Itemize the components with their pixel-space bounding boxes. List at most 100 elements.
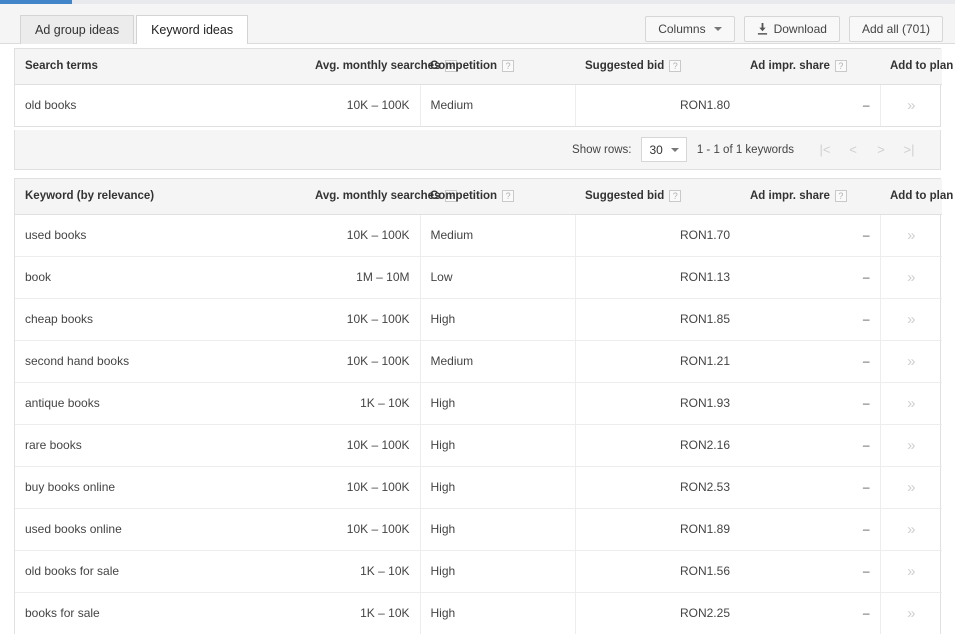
column-header-add-to-plan: Add to plan bbox=[880, 179, 942, 214]
cell-ad-impr-share-value: – bbox=[863, 522, 870, 536]
column-header-avg-monthly-searches[interactable]: Avg. monthly searches ? bbox=[305, 49, 420, 84]
table-row[interactable]: used books online10K – 100KHighRON1.89–» bbox=[15, 508, 942, 550]
cell-ad-impr-share-value: – bbox=[863, 354, 870, 368]
table-row[interactable]: buy books online10K – 100KHighRON2.53–» bbox=[15, 466, 942, 508]
cell-competition-value: Medium bbox=[431, 98, 474, 112]
cell-competition: High bbox=[420, 382, 575, 424]
cell-keyword-value: rare books bbox=[25, 438, 82, 452]
cell-competition: Low bbox=[420, 256, 575, 298]
add-to-plan-button[interactable]: » bbox=[880, 508, 942, 550]
cell-ad-impr-share-value: – bbox=[863, 606, 870, 620]
last-page-button[interactable]: >| bbox=[896, 138, 922, 162]
cell-avg-monthly-searches: 1K – 10K bbox=[305, 382, 420, 424]
table-row[interactable]: old books10K – 100KMediumRON1.80–» bbox=[15, 84, 942, 126]
add-to-plan-button[interactable]: » bbox=[880, 382, 942, 424]
help-icon[interactable]: ? bbox=[502, 190, 514, 202]
cell-keyword: buy books online bbox=[15, 466, 305, 508]
add-to-plan-button[interactable]: » bbox=[880, 340, 942, 382]
double-chevron-right-icon: » bbox=[907, 437, 915, 454]
add-to-plan-button[interactable]: » bbox=[880, 84, 942, 126]
add-to-plan-button[interactable]: » bbox=[880, 592, 942, 634]
download-button[interactable]: Download bbox=[744, 16, 840, 42]
cell-suggested-bid-value: RON1.13 bbox=[680, 270, 730, 284]
column-header-suggested-bid[interactable]: Suggested bid ? bbox=[575, 179, 740, 214]
cell-keyword-value: antique books bbox=[25, 396, 100, 410]
column-header-ad-impr-share[interactable]: Ad impr. share ? bbox=[740, 49, 880, 84]
cell-avg-monthly-searches-value: 10K – 100K bbox=[347, 312, 410, 326]
tab-keyword-ideas[interactable]: Keyword ideas bbox=[136, 15, 248, 44]
column-header-avg-monthly-searches[interactable]: Avg. monthly searches ? bbox=[305, 179, 420, 214]
add-to-plan-button[interactable]: » bbox=[880, 256, 942, 298]
keyword-ideas-table: Keyword (by relevance) Avg. monthly sear… bbox=[15, 179, 942, 634]
help-icon[interactable]: ? bbox=[835, 190, 847, 202]
table-row[interactable]: book1M – 10MLowRON1.13–» bbox=[15, 256, 942, 298]
first-page-button[interactable]: |< bbox=[812, 138, 838, 162]
tab-label: Keyword ideas bbox=[151, 23, 233, 37]
help-icon[interactable]: ? bbox=[669, 190, 681, 202]
cell-competition: Medium bbox=[420, 340, 575, 382]
cell-competition-value: Medium bbox=[431, 228, 474, 242]
show-rows-label: Show rows: bbox=[572, 144, 631, 156]
cell-avg-monthly-searches: 1K – 10K bbox=[305, 550, 420, 592]
columns-button[interactable]: Columns bbox=[645, 16, 734, 42]
column-header-suggested-bid[interactable]: Suggested bid ? bbox=[575, 49, 740, 84]
table-row[interactable]: used books10K – 100KMediumRON1.70–» bbox=[15, 214, 942, 256]
column-header-add-to-plan-label: Add to plan bbox=[890, 190, 953, 202]
column-header-ad-impr-share-label: Ad impr. share bbox=[750, 190, 830, 202]
table-row[interactable]: books for sale1K – 10KHighRON2.25–» bbox=[15, 592, 942, 634]
column-header-competition[interactable]: Competition ? bbox=[420, 49, 575, 84]
add-all-button[interactable]: Add all (701) bbox=[849, 16, 943, 42]
cell-ad-impr-share: – bbox=[740, 256, 880, 298]
help-icon[interactable]: ? bbox=[502, 60, 514, 72]
tab-ad-group-ideas[interactable]: Ad group ideas bbox=[20, 15, 134, 44]
column-header-ad-impr-share[interactable]: Ad impr. share ? bbox=[740, 179, 880, 214]
column-header-competition-label: Competition bbox=[430, 190, 497, 202]
cell-avg-monthly-searches: 10K – 100K bbox=[305, 214, 420, 256]
double-chevron-right-icon: » bbox=[907, 605, 915, 622]
table-header-row: Search terms Avg. monthly searches ? Com… bbox=[15, 49, 942, 84]
cell-ad-impr-share: – bbox=[740, 424, 880, 466]
double-chevron-right-icon: » bbox=[907, 227, 915, 244]
help-icon[interactable]: ? bbox=[669, 60, 681, 72]
cell-ad-impr-share-value: – bbox=[863, 228, 870, 242]
double-chevron-right-icon: » bbox=[907, 353, 915, 370]
cell-suggested-bid-value: RON2.53 bbox=[680, 480, 730, 494]
cell-suggested-bid: RON1.70 bbox=[575, 214, 740, 256]
cell-competition-value: High bbox=[431, 522, 456, 536]
add-to-plan-button[interactable]: » bbox=[880, 214, 942, 256]
cell-suggested-bid: RON1.89 bbox=[575, 508, 740, 550]
table-row[interactable]: antique books 1K – 10KHigh RON1.93 –» bbox=[15, 382, 942, 424]
table-row[interactable]: rare books10K – 100KHighRON2.16–» bbox=[15, 424, 942, 466]
add-to-plan-button[interactable]: » bbox=[880, 550, 942, 592]
cell-competition-value: High bbox=[431, 564, 456, 578]
cell-ad-impr-share: – bbox=[740, 382, 880, 424]
cell-ad-impr-share: – bbox=[740, 214, 880, 256]
cell-competition: Medium bbox=[420, 84, 575, 126]
cell-ad-impr-share-value: – bbox=[863, 396, 870, 410]
previous-page-button[interactable]: < bbox=[840, 138, 866, 162]
pagination-bar: Show rows: 30 1 - 1 of 1 keywords |< < >… bbox=[14, 130, 941, 170]
rows-per-page-select[interactable]: 30 bbox=[641, 137, 686, 162]
column-header-competition[interactable]: Competition ? bbox=[420, 179, 575, 214]
table-row[interactable]: second hand books10K – 100KMediumRON1.21… bbox=[15, 340, 942, 382]
keyword-ideas-card: Keyword (by relevance) Avg. monthly sear… bbox=[14, 178, 941, 634]
table-row[interactable]: old books for sale1K – 10KHighRON1.56–» bbox=[15, 550, 942, 592]
cell-suggested-bid: RON1.13 bbox=[575, 256, 740, 298]
add-to-plan-button[interactable]: » bbox=[880, 298, 942, 340]
keyword-ideas-body: used books10K – 100KMediumRON1.70–»book1… bbox=[15, 214, 942, 634]
cell-avg-monthly-searches-value: 10K – 100K bbox=[347, 522, 410, 536]
cell-suggested-bid-value: RON1.93 bbox=[680, 396, 730, 410]
cell-suggested-bid: RON1.93 bbox=[575, 382, 740, 424]
cell-suggested-bid-value: RON1.89 bbox=[680, 522, 730, 536]
add-to-plan-button[interactable]: » bbox=[880, 424, 942, 466]
cell-keyword: books for sale bbox=[15, 592, 305, 634]
help-icon[interactable]: ? bbox=[835, 60, 847, 72]
next-page-button[interactable]: > bbox=[868, 138, 894, 162]
double-chevron-right-icon: » bbox=[907, 521, 915, 538]
column-header-search-terms[interactable]: Search terms bbox=[15, 49, 305, 84]
chevron-down-icon bbox=[671, 148, 679, 152]
column-header-keyword-by-relevance[interactable]: Keyword (by relevance) bbox=[15, 179, 305, 214]
add-to-plan-button[interactable]: » bbox=[880, 466, 942, 508]
table-row[interactable]: cheap books10K – 100KHighRON1.85–» bbox=[15, 298, 942, 340]
double-chevron-right-icon: » bbox=[907, 479, 915, 496]
